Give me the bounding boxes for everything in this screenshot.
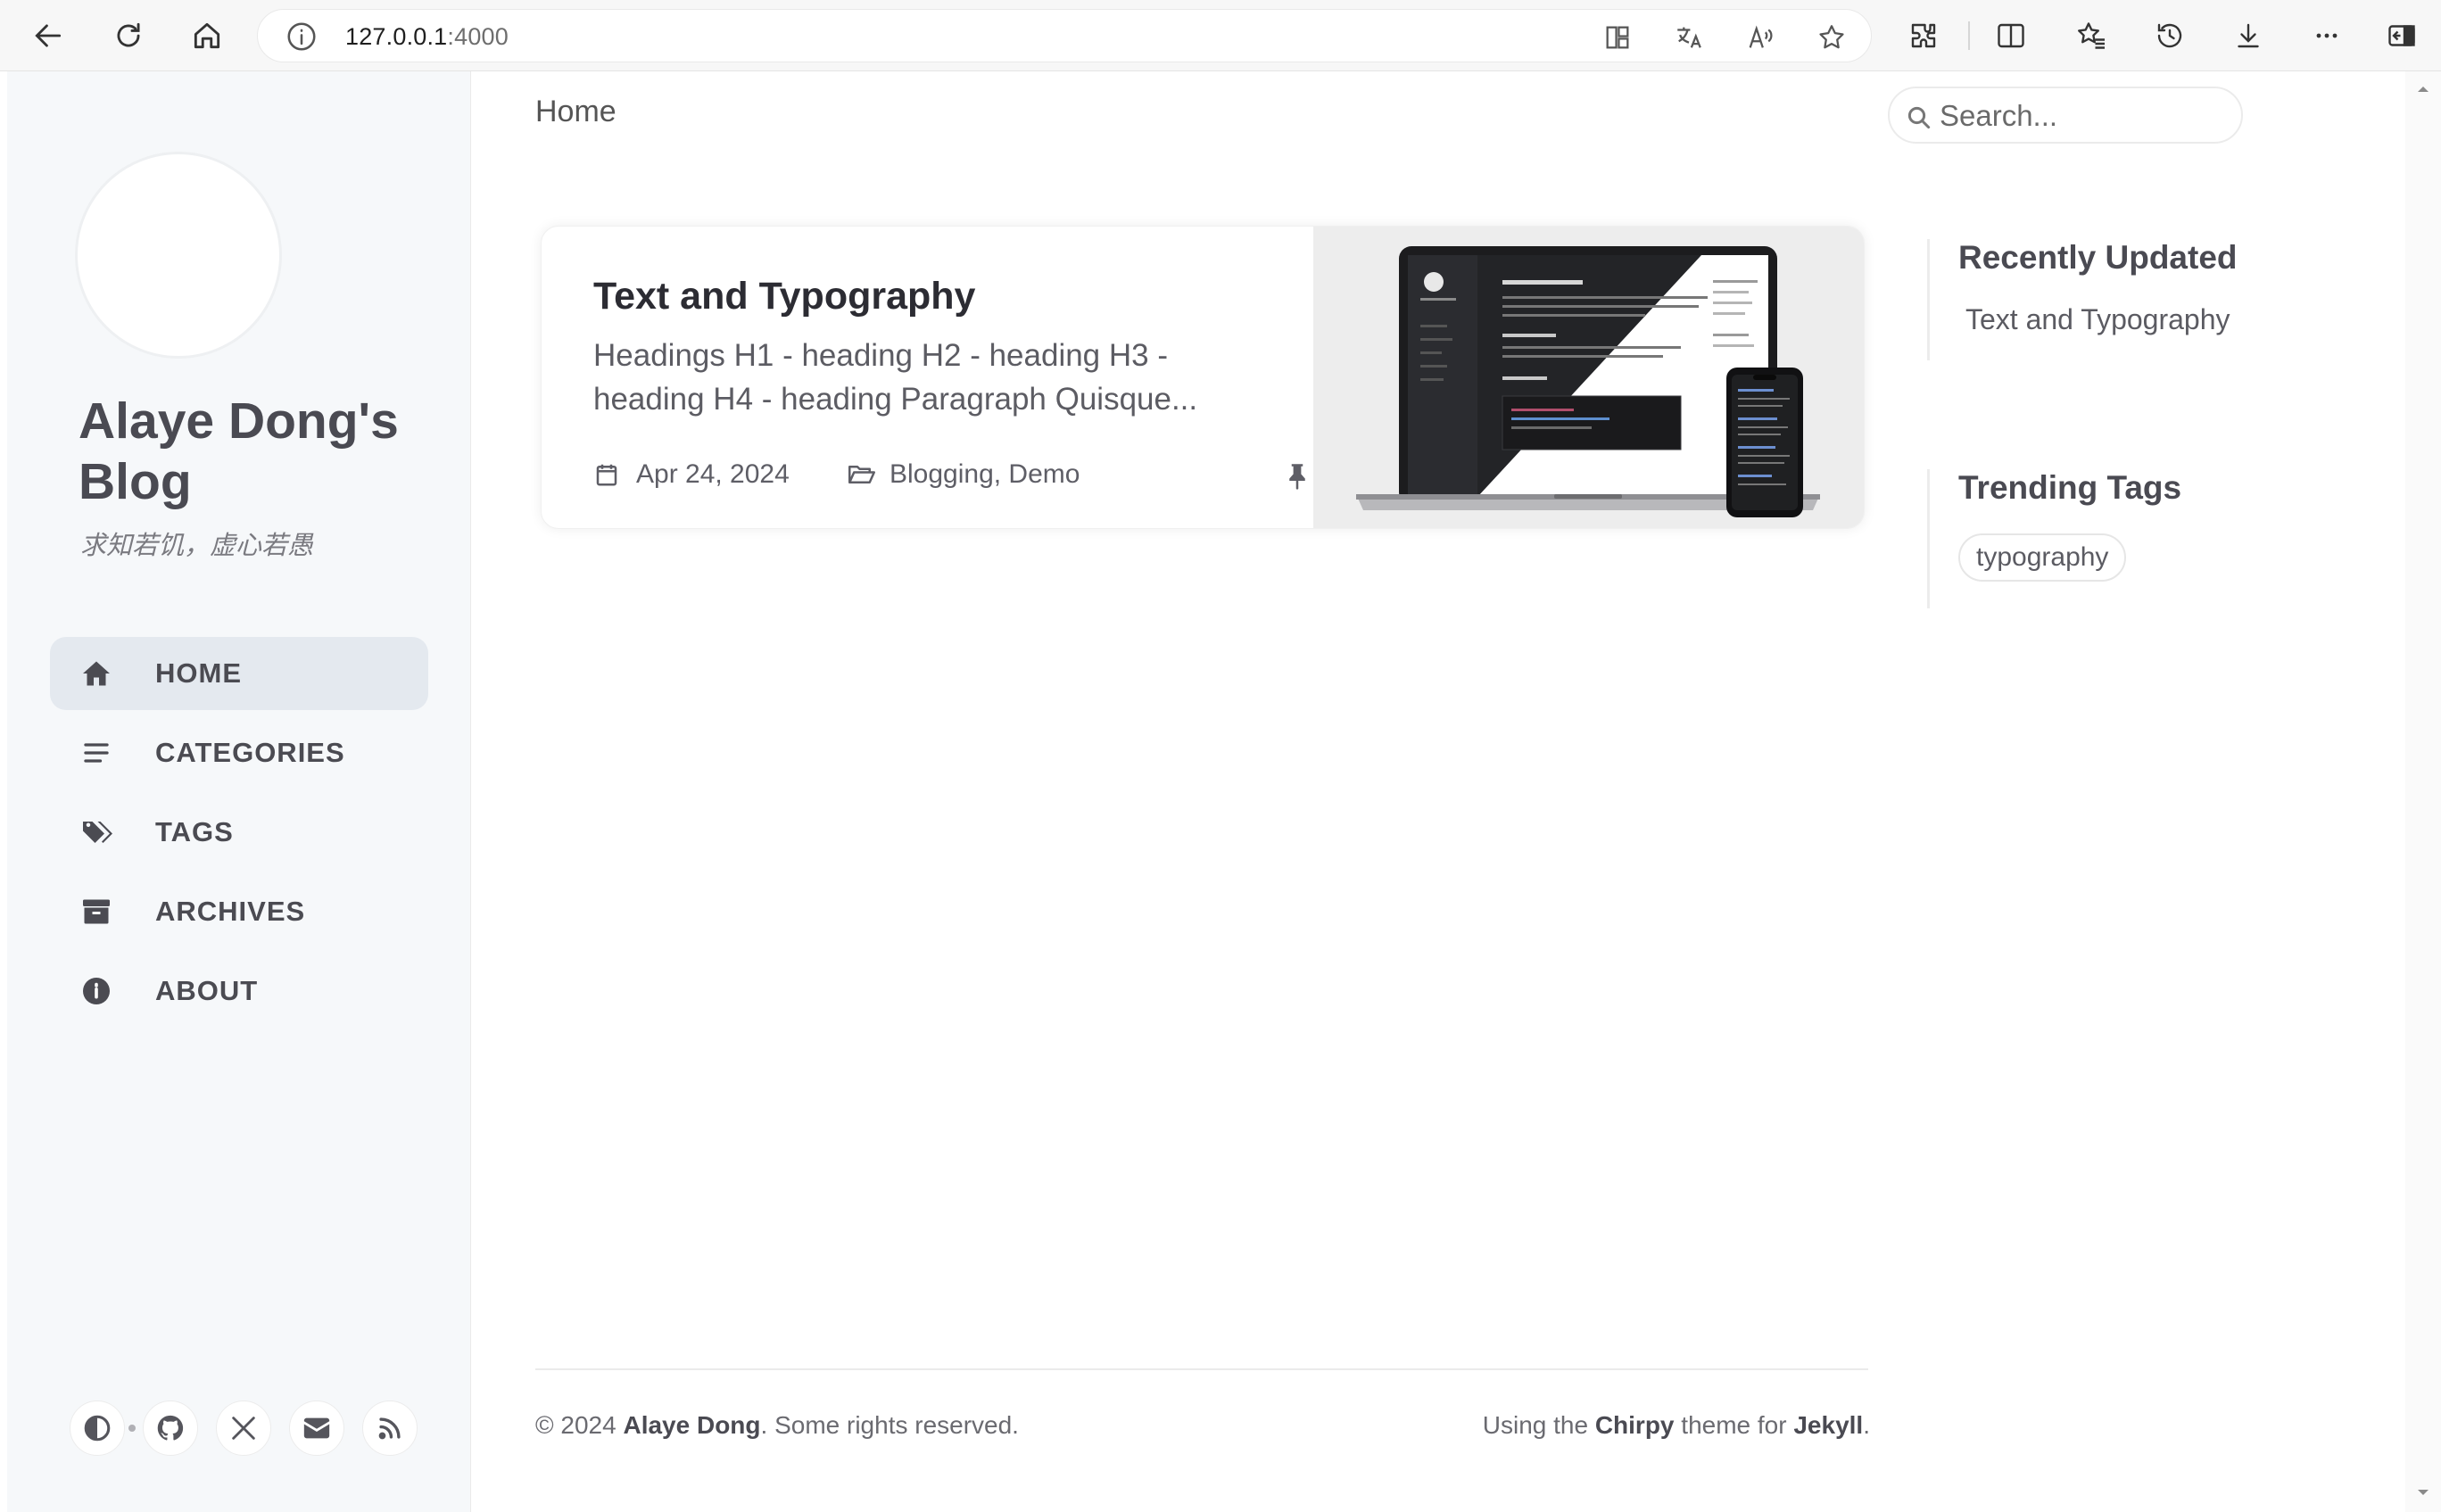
footer-credits: Using the Chirpy theme for Jekyll. [1482, 1411, 1870, 1439]
post-excerpt: Headings H1 - heading H2 - heading H3 - … [593, 338, 1198, 417]
recently-updated-link[interactable]: Text and Typography [1965, 303, 2248, 336]
sidebar-nav: HOME CATEGORIES TAGS ARCHIVES ABOUT [50, 637, 428, 1034]
sidebar-toggle-icon[interactable] [2382, 16, 2421, 55]
site-info-icon[interactable] [285, 20, 319, 54]
favorite-star-icon[interactable] [1816, 21, 1848, 54]
tag-pill[interactable]: typography [1958, 533, 2127, 582]
theme-toggle-icon[interactable] [70, 1400, 125, 1456]
footer-engine-link[interactable]: Jekyll [1793, 1411, 1863, 1439]
post-date: Apr 24, 2024 [636, 459, 790, 489]
site-subtitle: 求知若饥，虚心若愚 [80, 532, 314, 560]
social-links [62, 1400, 437, 1456]
translate-icon[interactable] [1673, 21, 1705, 54]
list-icon [84, 743, 109, 763]
avatar[interactable] [75, 152, 282, 359]
github-icon[interactable] [143, 1400, 198, 1456]
read-aloud-icon[interactable] [1744, 21, 1776, 54]
app-available-icon[interactable] [1601, 21, 1634, 54]
address-bar[interactable]: 127.0.0.1:4000 [257, 9, 1872, 62]
folder-open-icon [848, 466, 875, 483]
toolbar-separator [1968, 21, 1970, 50]
sidebar: Alaye Dong's Blog 求知若饥，虚心若愚 HOME CATEGOR… [7, 71, 471, 1512]
scroll-up-arrow-icon[interactable] [2416, 82, 2430, 96]
split-screen-icon[interactable] [1991, 16, 2031, 55]
social-separator [128, 1425, 136, 1432]
trending-tags-panel: Trending Tags typography [1927, 469, 2248, 608]
search-input[interactable] [1940, 95, 2225, 136]
favorites-icon[interactable] [2072, 16, 2111, 55]
home-icon[interactable] [186, 14, 228, 57]
nav-label-tags: TAGS [155, 816, 234, 847]
pin-icon [1289, 464, 1305, 490]
calendar-icon [596, 464, 617, 486]
scroll-down-arrow-icon[interactable] [2416, 1485, 2430, 1500]
post-categories: Blogging, Demo [890, 459, 1080, 489]
url-text[interactable]: 127.0.0.1:4000 [345, 23, 509, 51]
refresh-icon[interactable] [107, 14, 150, 57]
search-box[interactable] [1888, 87, 2243, 144]
nav-label-archives: ARCHIVES [155, 896, 306, 927]
footer-author-link[interactable]: Alaye Dong [623, 1411, 760, 1439]
trending-tags-heading: Trending Tags [1958, 469, 2182, 506]
extensions-icon[interactable] [1904, 16, 1943, 55]
home-icon [83, 661, 110, 686]
more-icon[interactable] [2307, 16, 2346, 55]
post-title[interactable]: Text and Typography [593, 275, 975, 318]
nav-label-about: ABOUT [155, 975, 259, 1006]
info-circle-icon [83, 978, 110, 1004]
downloads-icon[interactable] [2229, 16, 2268, 55]
nav-item-about[interactable]: ABOUT [50, 954, 428, 1028]
email-icon[interactable] [289, 1400, 344, 1456]
recently-updated-panel: Recently Updated Text and Typography [1927, 239, 2248, 360]
history-icon[interactable] [2150, 16, 2189, 55]
browser-toolbar: 127.0.0.1:4000 [0, 0, 2441, 71]
nav-label-categories: CATEGORIES [155, 737, 345, 768]
archive-icon [83, 899, 110, 924]
footer-copyright: © 2024 Alaye Dong. Some rights reserved. [535, 1411, 1019, 1439]
back-icon[interactable] [27, 14, 70, 57]
footer-divider [535, 1368, 1868, 1370]
site-title[interactable]: Alaye Dong's Blog [79, 391, 453, 512]
footer-theme-link[interactable]: Chirpy [1595, 1411, 1675, 1439]
tags-icon [83, 822, 112, 843]
nav-label-home: HOME [155, 657, 242, 689]
nav-item-tags[interactable]: TAGS [50, 796, 428, 869]
nav-item-categories[interactable]: CATEGORIES [50, 716, 428, 789]
nav-item-archives[interactable]: ARCHIVES [50, 875, 428, 948]
laptop-phone-mockup-illustration [1313, 227, 1864, 528]
post-card[interactable]: Text and Typography Headings H1 - headin… [541, 226, 1865, 529]
x-twitter-icon[interactable] [216, 1400, 271, 1456]
rss-icon[interactable] [362, 1400, 418, 1456]
nav-item-home[interactable]: HOME [50, 637, 428, 710]
search-icon [1907, 106, 1931, 129]
scrollbar[interactable] [2405, 71, 2441, 1512]
post-preview-image[interactable] [1313, 227, 1864, 528]
recently-updated-heading: Recently Updated [1958, 239, 2238, 276]
post-meta: Apr 24, 2024 Blogging, Demo [593, 456, 1307, 495]
breadcrumb: Home [535, 95, 616, 128]
